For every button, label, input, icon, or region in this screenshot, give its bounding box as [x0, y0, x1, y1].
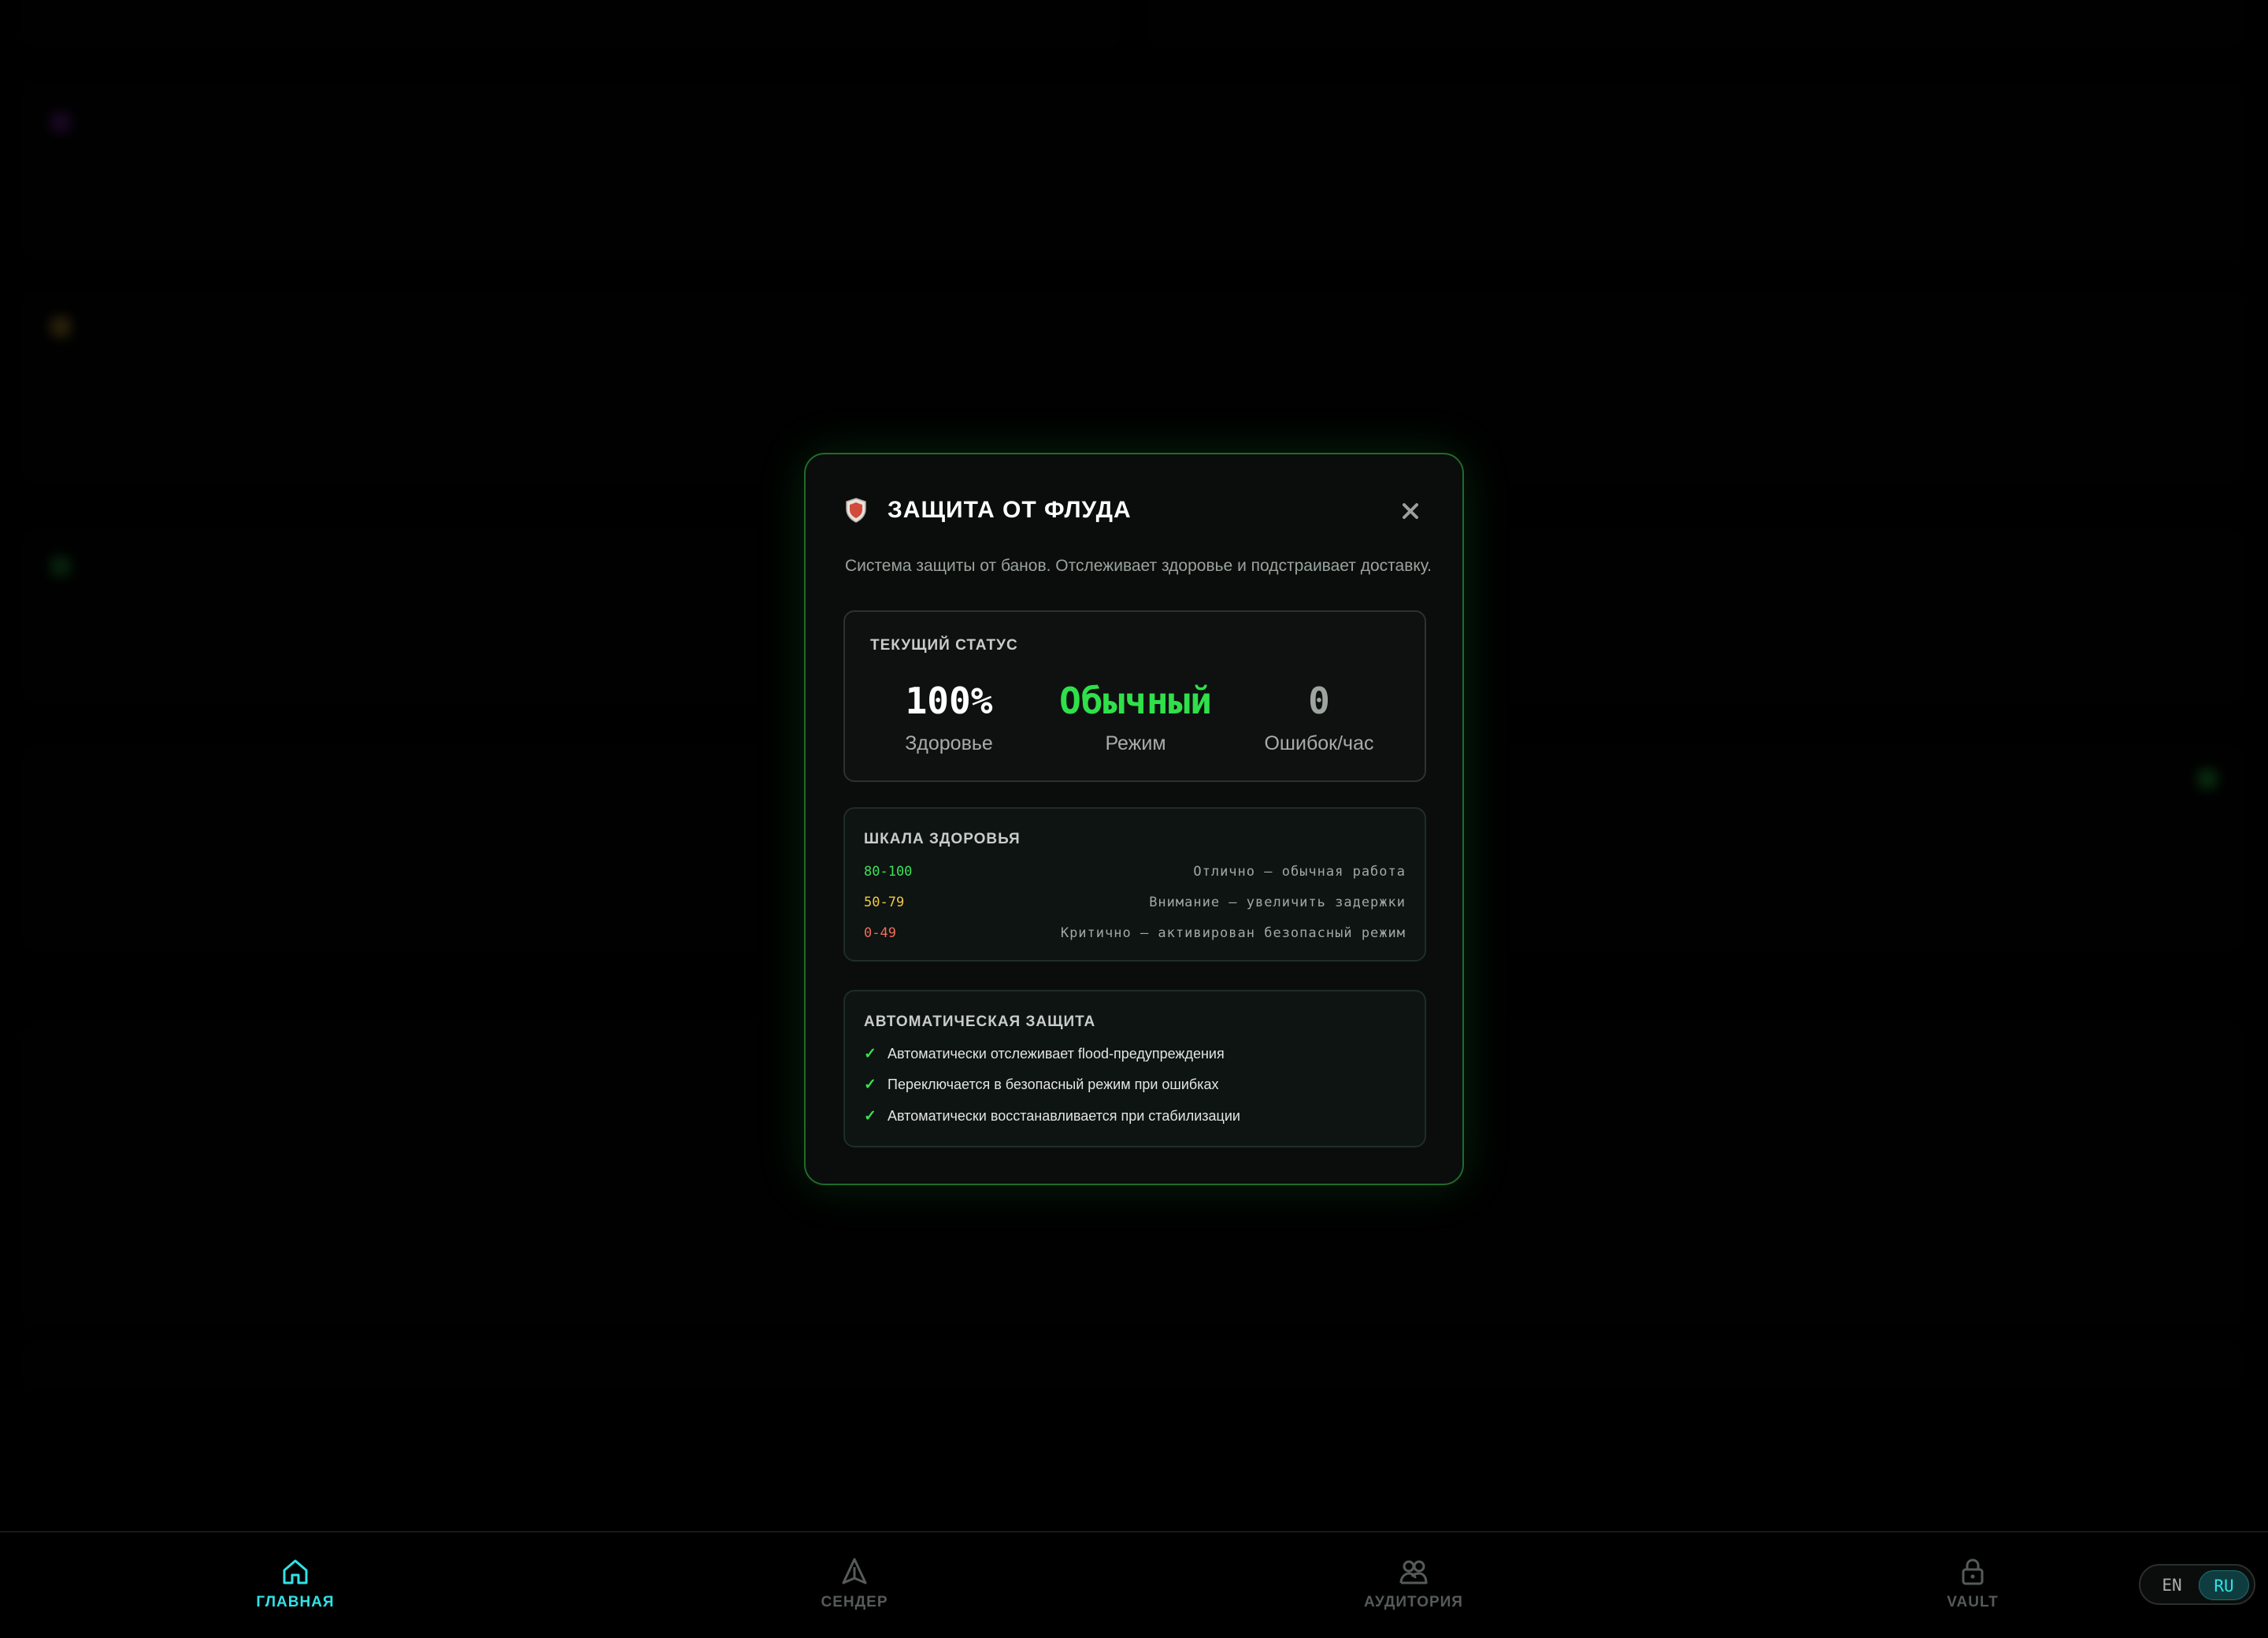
- home-icon: [283, 1559, 308, 1584]
- scale-row: 50-79 Внимание — увеличить задержки: [864, 895, 1406, 910]
- close-icon[interactable]: [1398, 498, 1423, 524]
- nav-label: VAULT: [1947, 1594, 1999, 1610]
- lang-ru-button[interactable]: RU: [2199, 1570, 2249, 1600]
- lang-en-button[interactable]: EN: [2147, 1570, 2197, 1600]
- list-item: ✓ Автоматически восстанавливается при ст…: [864, 1107, 1240, 1125]
- scale-range: 80-100: [864, 864, 913, 880]
- language-switcher: EN RU: [2139, 1564, 2255, 1605]
- nav-label: АУДИТОРИЯ: [1364, 1594, 1463, 1610]
- nav-item-vault[interactable]: VAULT: [1894, 1556, 2051, 1611]
- bottom-nav: ГЛАВНАЯ СЕНДЕР АУДИТОРИЯ VAULT EN RU: [0, 1531, 2268, 1638]
- check-icon: ✓: [864, 1108, 876, 1125]
- scale-desc: Внимание — увеличить задержки: [1149, 895, 1406, 910]
- health-value: 100%: [905, 680, 993, 722]
- modal-title: ЗАЩИТА ОТ ФЛУДА: [888, 497, 1132, 523]
- flood-protection-modal: ЗАЩИТА ОТ ФЛУДА Система защиты от банов.…: [804, 453, 1464, 1185]
- errors-label: Ошибок/час: [1264, 732, 1374, 754]
- auto-protection-card: АВТОМАТИЧЕСКАЯ ЗАЩИТА ✓ Автоматически от…: [843, 990, 1426, 1147]
- list-item-text: Автоматически восстанавливается при стаб…: [888, 1108, 1240, 1124]
- check-icon: ✓: [864, 1046, 876, 1062]
- health-scale-card: ШКАЛА ЗДОРОВЬЯ 80-100 Отлично — обычная …: [843, 807, 1426, 962]
- mode-label: Режим: [1105, 732, 1166, 754]
- users-icon: [1399, 1560, 1428, 1584]
- current-status-label: ТЕКУЩИЙ СТАТУС: [870, 637, 1018, 654]
- list-item-text: Автоматически отслеживает flood-предупре…: [888, 1046, 1225, 1062]
- auto-protection-label: АВТОМАТИЧЕСКАЯ ЗАЩИТА: [864, 1014, 1096, 1030]
- send-icon: [842, 1558, 867, 1584]
- mode-value: Обычный: [1059, 680, 1212, 722]
- scale-desc: Критично — активирован безопасный режим: [1060, 925, 1406, 941]
- nav-label: ГЛАВНАЯ: [256, 1594, 335, 1610]
- scale-row: 0-49 Критично — активирован безопасный р…: [864, 925, 1406, 941]
- scale-range: 50-79: [864, 895, 905, 910]
- check-icon: ✓: [864, 1077, 876, 1093]
- list-item: ✓ Автоматически отслеживает flood-предуп…: [864, 1045, 1225, 1063]
- health-label: Здоровье: [905, 732, 993, 754]
- health-stat: 100% Здоровье: [894, 679, 1004, 755]
- nav-item-home[interactable]: ГЛАВНАЯ: [217, 1556, 374, 1611]
- list-item-text: Переключается в безопасный режим при оши…: [888, 1077, 1219, 1092]
- nav-item-audience[interactable]: АУДИТОРИЯ: [1335, 1556, 1492, 1611]
- shield-icon: [846, 498, 866, 523]
- health-scale-label: ШКАЛА ЗДОРОВЬЯ: [864, 831, 1021, 847]
- lock-icon: [1962, 1558, 1984, 1585]
- current-status-card: ТЕКУЩИЙ СТАТУС 100% Здоровье Обычный Реж…: [843, 610, 1426, 782]
- list-item: ✓ Переключается в безопасный режим при о…: [864, 1076, 1219, 1094]
- modal-header: ЗАЩИТА ОТ ФЛУДА: [845, 497, 1132, 524]
- scale-range: 0-49: [864, 925, 896, 941]
- scale-desc: Отлично — обычная работа: [1193, 864, 1406, 880]
- errors-stat: 0 Ошибок/час: [1254, 679, 1384, 755]
- modal-subtitle: Система защиты от банов. Отслеживает здо…: [845, 557, 1432, 575]
- mode-stat: Обычный Режим: [1050, 679, 1221, 755]
- scale-row: 80-100 Отлично — обычная работа: [864, 864, 1406, 880]
- nav-label: СЕНДЕР: [821, 1594, 888, 1610]
- errors-value: 0: [1308, 680, 1330, 722]
- nav-item-sender[interactable]: СЕНДЕР: [776, 1556, 933, 1611]
